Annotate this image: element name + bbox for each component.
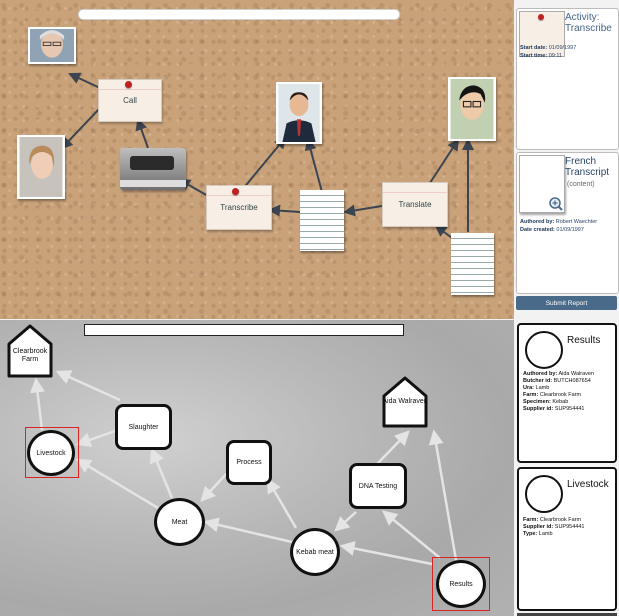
pin-icon [232, 188, 239, 195]
edge-results-dna [382, 510, 441, 559]
person-photo-woman[interactable] [17, 135, 65, 199]
edge-slaughter-livestock [75, 428, 119, 447]
edge-results-kebab [339, 541, 433, 566]
activity-start-date: Start date: 01/09/1997 [520, 45, 577, 51]
entity-node-kebab-meat[interactable]: Kebab meat [290, 528, 340, 576]
edge-cassette-call [135, 118, 149, 149]
cassette-window [130, 156, 174, 170]
document-thumbnail-translation[interactable] [451, 233, 494, 295]
corkboard: Call Transcribe Translate [0, 0, 514, 319]
app: Call Transcribe Translate Activity: Tran… [0, 0, 619, 616]
activity-panel: Activity: Transcribe Start date: 01/09/1… [516, 8, 619, 150]
person-face-icon [19, 137, 63, 197]
livestock-panel-title: Livestock [567, 479, 609, 490]
activity-note-label: Translate [398, 200, 432, 209]
livestock-panel: Livestock Farm: Clearbrook Farm Supplier… [517, 467, 617, 611]
activity-note-transcribe[interactable]: Transcribe [206, 185, 272, 230]
edge-translate-asian [427, 138, 460, 187]
person-photo-asian-man[interactable] [448, 77, 496, 141]
results-meta-row: Ura: Lamb [523, 385, 550, 391]
person-face-icon [278, 84, 320, 142]
edge-process-meat [200, 471, 229, 502]
corkboard-edges [60, 72, 474, 239]
entity-node-meat[interactable]: Meat [154, 498, 205, 546]
activity-note-translate[interactable]: Translate [382, 182, 448, 227]
edge-doc2-translate [434, 224, 453, 239]
agent-node-clearbrook-farm[interactable]: Clearbrook Farm [7, 324, 53, 378]
zoom-icon[interactable] [549, 197, 563, 211]
results-meta-row: Butcher id: BUTCH087654 [523, 378, 591, 384]
results-meta-row: Supplier id: SUP954441 [523, 406, 585, 412]
cassette-tape[interactable] [120, 148, 186, 190]
edge-call-woman [60, 107, 101, 150]
activity-start-time: Start time: 09:11 [520, 53, 563, 59]
results-panel-circle-icon [525, 331, 563, 369]
document-panel-subtitle: (content) [567, 181, 595, 188]
edge-meat-livestock [75, 458, 159, 510]
document-authored-by: Authored by: Robert Waechter [520, 219, 598, 225]
edge-livestock-clearbrook [30, 377, 45, 431]
agent-node-label: Aida Walraven [382, 398, 428, 405]
results-meta-row: Authored by: Aida Walraven [523, 371, 595, 377]
document-panel-title: French Transcript [565, 156, 610, 178]
activity-node-dna-testing[interactable]: DNA Testing [349, 463, 407, 509]
livestock-panel-circle-icon [525, 475, 563, 513]
edge-slaughter-clearbrook [55, 370, 121, 402]
livestock-meta-row: Supplier id: SUP954441 [523, 524, 585, 530]
document-thumbnail-transcript[interactable] [300, 190, 344, 251]
edge-meat-slaughter [149, 447, 174, 499]
person-photo-man[interactable] [276, 82, 322, 144]
document-date-created: Date created: 01/09/1997 [520, 227, 584, 233]
document-panel-thumbnail [519, 155, 565, 213]
results-meta-row: Farm: Clearbrook Farm [523, 392, 582, 398]
edge-doc-man [304, 138, 323, 193]
entity-node-livestock[interactable]: Livestock [27, 430, 75, 476]
agent-node-label: Clearbrook Farm [12, 348, 48, 363]
person-photo-elderly[interactable] [28, 27, 76, 64]
activity-note-label: Transcribe [220, 203, 258, 212]
livestock-meta-row: Type: Lamb [523, 531, 553, 537]
agent-node-aida-walraven[interactable]: Aida Walraven [382, 376, 428, 428]
edge-dna-kebab [334, 511, 357, 532]
person-face-icon [450, 79, 494, 139]
provenance-graph: Clearbrook Farm Aida Walraven Slaughter … [0, 320, 514, 616]
activity-node-process[interactable]: Process [226, 440, 272, 485]
edge-kebab-process [266, 477, 298, 529]
activity-panel-title: Activity: Transcribe [565, 12, 612, 34]
results-panel-title: Results [567, 335, 601, 346]
entity-node-results[interactable]: Results [436, 560, 486, 608]
person-face-icon [30, 29, 74, 62]
submit-report-button[interactable]: Submit Report [516, 296, 617, 310]
edge-results-aida [428, 429, 458, 561]
cassette-label-strip [120, 180, 186, 187]
results-meta-row: Specimen: Kebab [523, 399, 569, 405]
edge-translate-doc [343, 204, 383, 217]
activity-node-slaughter[interactable]: Slaughter [115, 404, 172, 450]
results-panel: Results Authored by: Aida Walraven Butch… [517, 323, 617, 463]
document-panel: French Transcript (content) Authored by:… [516, 152, 619, 294]
livestock-meta-row: Farm: Clearbrook Farm [523, 517, 582, 523]
pin-icon [125, 81, 132, 88]
edge-doc-transcribe [268, 204, 301, 217]
activity-note-label: Call [123, 96, 137, 105]
activity-note-call[interactable]: Call [98, 79, 162, 122]
pin-icon [538, 14, 544, 20]
edge-kebab-meat [203, 517, 293, 544]
edge-call-elderly [68, 72, 101, 89]
